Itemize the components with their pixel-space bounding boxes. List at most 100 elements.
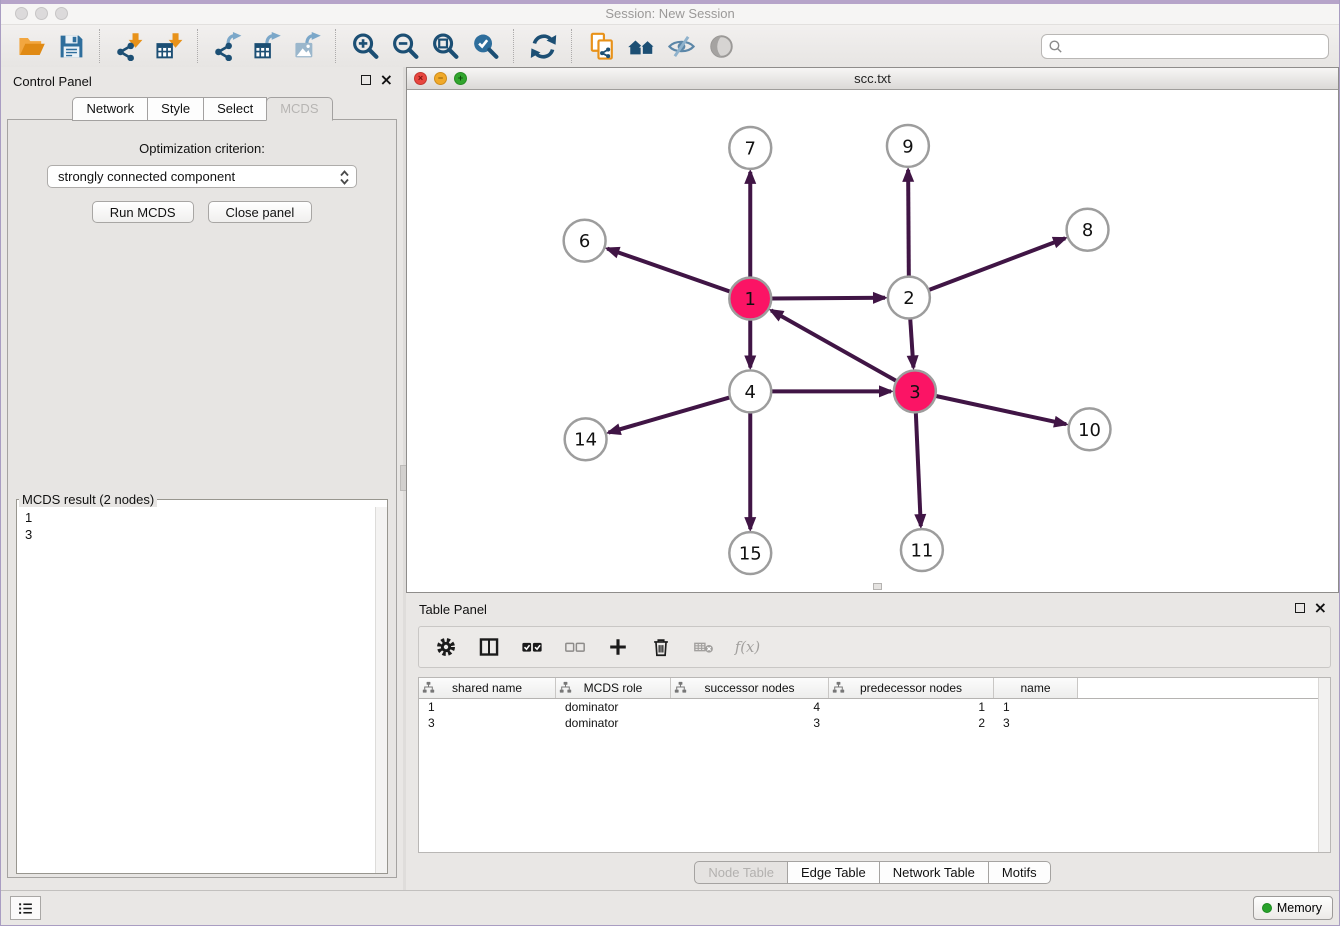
- network-graph[interactable]: 7 9 6 8 1 2 4 3 14 10 15 11: [407, 90, 1338, 592]
- table-row[interactable]: 1dominator411: [419, 699, 1330, 715]
- refresh-view-button[interactable]: [526, 29, 560, 63]
- control-panel: Control Panel × NetworkStyleSelectMCDS O…: [1, 67, 403, 891]
- graph-node-7[interactable]: 7: [729, 127, 771, 169]
- column-header-shared-name[interactable]: shared name: [419, 678, 556, 698]
- graph-node-14[interactable]: 14: [565, 418, 607, 460]
- close-panel-button[interactable]: Close panel: [208, 201, 313, 223]
- graph-node-2[interactable]: 2: [888, 277, 930, 319]
- table-cell-predecessor-nodes[interactable]: 2: [829, 715, 994, 731]
- criterion-select[interactable]: strongly connected component: [47, 165, 357, 188]
- export-network-button[interactable]: [210, 29, 244, 63]
- export-image-button[interactable]: [290, 29, 324, 63]
- add-button[interactable]: [605, 634, 631, 660]
- window-zoom-button[interactable]: [55, 7, 68, 20]
- table-cell-MCDS-role[interactable]: dominator: [556, 699, 671, 715]
- panel-list-button[interactable]: [10, 896, 41, 920]
- result-scrollbar[interactable]: [375, 507, 387, 873]
- window-minimize-button[interactable]: [35, 7, 48, 20]
- graph-edge-1-6[interactable]: [607, 249, 730, 292]
- mcds-result-box[interactable]: MCDS result (2 nodes) 13: [16, 492, 388, 874]
- close-icon[interactable]: ×: [1314, 602, 1327, 613]
- graph-edge-3-1[interactable]: [771, 310, 897, 381]
- close-icon[interactable]: ×: [380, 74, 393, 85]
- function-button[interactable]: f(x): [734, 634, 760, 660]
- graph-node-11[interactable]: 11: [901, 529, 943, 571]
- minimize-window-icon[interactable]: −: [434, 72, 447, 85]
- graph-node-6[interactable]: 6: [564, 220, 606, 262]
- export-table-icon: [253, 32, 282, 61]
- zoom-selected-button[interactable]: [468, 29, 502, 63]
- column-header-successor-nodes[interactable]: successor nodes: [671, 678, 829, 698]
- table-cell-successor-nodes[interactable]: 3: [671, 715, 829, 731]
- zoom-out-button[interactable]: [388, 29, 422, 63]
- split-collapse-grip[interactable]: [873, 583, 882, 590]
- export-table-button[interactable]: [250, 29, 284, 63]
- table-cell-shared-name[interactable]: 3: [419, 715, 556, 731]
- graph-node-10[interactable]: 10: [1069, 408, 1111, 450]
- table-cell-predecessor-nodes[interactable]: 1: [829, 699, 994, 715]
- memory-button[interactable]: Memory: [1253, 896, 1333, 920]
- column-header-name[interactable]: name: [994, 678, 1078, 698]
- delete-column-button[interactable]: [691, 634, 717, 660]
- tab-network-table[interactable]: Network Table: [879, 861, 989, 884]
- graph-edge-4-14[interactable]: [609, 397, 731, 432]
- save-session-button[interactable]: [54, 29, 88, 63]
- tab-select[interactable]: Select: [203, 97, 267, 121]
- graph-node-4[interactable]: 4: [729, 370, 771, 412]
- zoom-in-button[interactable]: [348, 29, 382, 63]
- split-view-button[interactable]: [476, 634, 502, 660]
- tab-network[interactable]: Network: [72, 97, 148, 121]
- clone-network-button[interactable]: [584, 29, 618, 63]
- show-hidden-button[interactable]: [704, 29, 738, 63]
- tab-style[interactable]: Style: [147, 97, 204, 121]
- mcds-result-title: MCDS result (2 nodes): [19, 492, 157, 507]
- graph-edge-2-8[interactable]: [928, 238, 1065, 290]
- open-session-icon: [17, 32, 46, 61]
- table-cell-successor-nodes[interactable]: 4: [671, 699, 829, 715]
- graph-edge-2-3[interactable]: [910, 319, 913, 368]
- tab-mcds[interactable]: MCDS: [266, 97, 332, 121]
- tab-edge-table[interactable]: Edge Table: [787, 861, 880, 884]
- import-table-button[interactable]: [152, 29, 186, 63]
- table-cell-shared-name[interactable]: 1: [419, 699, 556, 715]
- maximize-window-icon[interactable]: +: [454, 72, 467, 85]
- table-cell-MCDS-role[interactable]: dominator: [556, 715, 671, 731]
- select-all-button[interactable]: [519, 634, 545, 660]
- close-window-icon[interactable]: ×: [414, 72, 427, 85]
- table-cell-name[interactable]: 1: [994, 699, 1078, 715]
- zoom-fit-button[interactable]: [428, 29, 462, 63]
- tab-node-table[interactable]: Node Table: [694, 861, 788, 884]
- window-close-button[interactable]: [15, 7, 28, 20]
- column-header-predecessor-nodes[interactable]: predecessor nodes: [829, 678, 994, 698]
- graph-edge-1-2[interactable]: [771, 298, 885, 299]
- graph-edge-3-10[interactable]: [935, 396, 1066, 424]
- tab-motifs[interactable]: Motifs: [988, 861, 1051, 884]
- run-mcds-button[interactable]: Run MCDS: [92, 201, 194, 223]
- search-input[interactable]: [1041, 34, 1329, 59]
- graph-edge-2-9[interactable]: [908, 170, 909, 277]
- graph-node-15[interactable]: 15: [729, 532, 771, 574]
- table-cell-name[interactable]: 3: [994, 715, 1078, 731]
- graph-node-1[interactable]: 1: [729, 278, 771, 320]
- network-window-titlebar[interactable]: × − + scc.txt: [407, 68, 1338, 90]
- graph-node-3[interactable]: 3: [894, 370, 936, 412]
- table-scrollbar[interactable]: [1318, 678, 1330, 852]
- graph-edge-3-11[interactable]: [916, 412, 921, 526]
- zoom-out-icon: [391, 32, 420, 61]
- first-neighbors-button[interactable]: [624, 29, 658, 63]
- deselect-all-button[interactable]: [562, 634, 588, 660]
- hide-selected-button[interactable]: [664, 29, 698, 63]
- float-icon[interactable]: [361, 75, 371, 85]
- graph-node-9[interactable]: 9: [887, 125, 929, 167]
- settings-button[interactable]: [433, 634, 459, 660]
- graph-node-8[interactable]: 8: [1067, 209, 1109, 251]
- float-icon[interactable]: [1295, 603, 1305, 613]
- column-header-MCDS-role[interactable]: MCDS role: [556, 678, 671, 698]
- import-network-button[interactable]: [112, 29, 146, 63]
- table-row[interactable]: 3dominator323: [419, 715, 1330, 731]
- open-session-button[interactable]: [14, 29, 48, 63]
- network-canvas[interactable]: 7 9 6 8 1 2 4 3 14 10 15 11: [407, 90, 1338, 592]
- window-titlebar[interactable]: Session: New Session: [1, 4, 1339, 24]
- toolbar-separator: [99, 29, 101, 63]
- delete-button[interactable]: [648, 634, 674, 660]
